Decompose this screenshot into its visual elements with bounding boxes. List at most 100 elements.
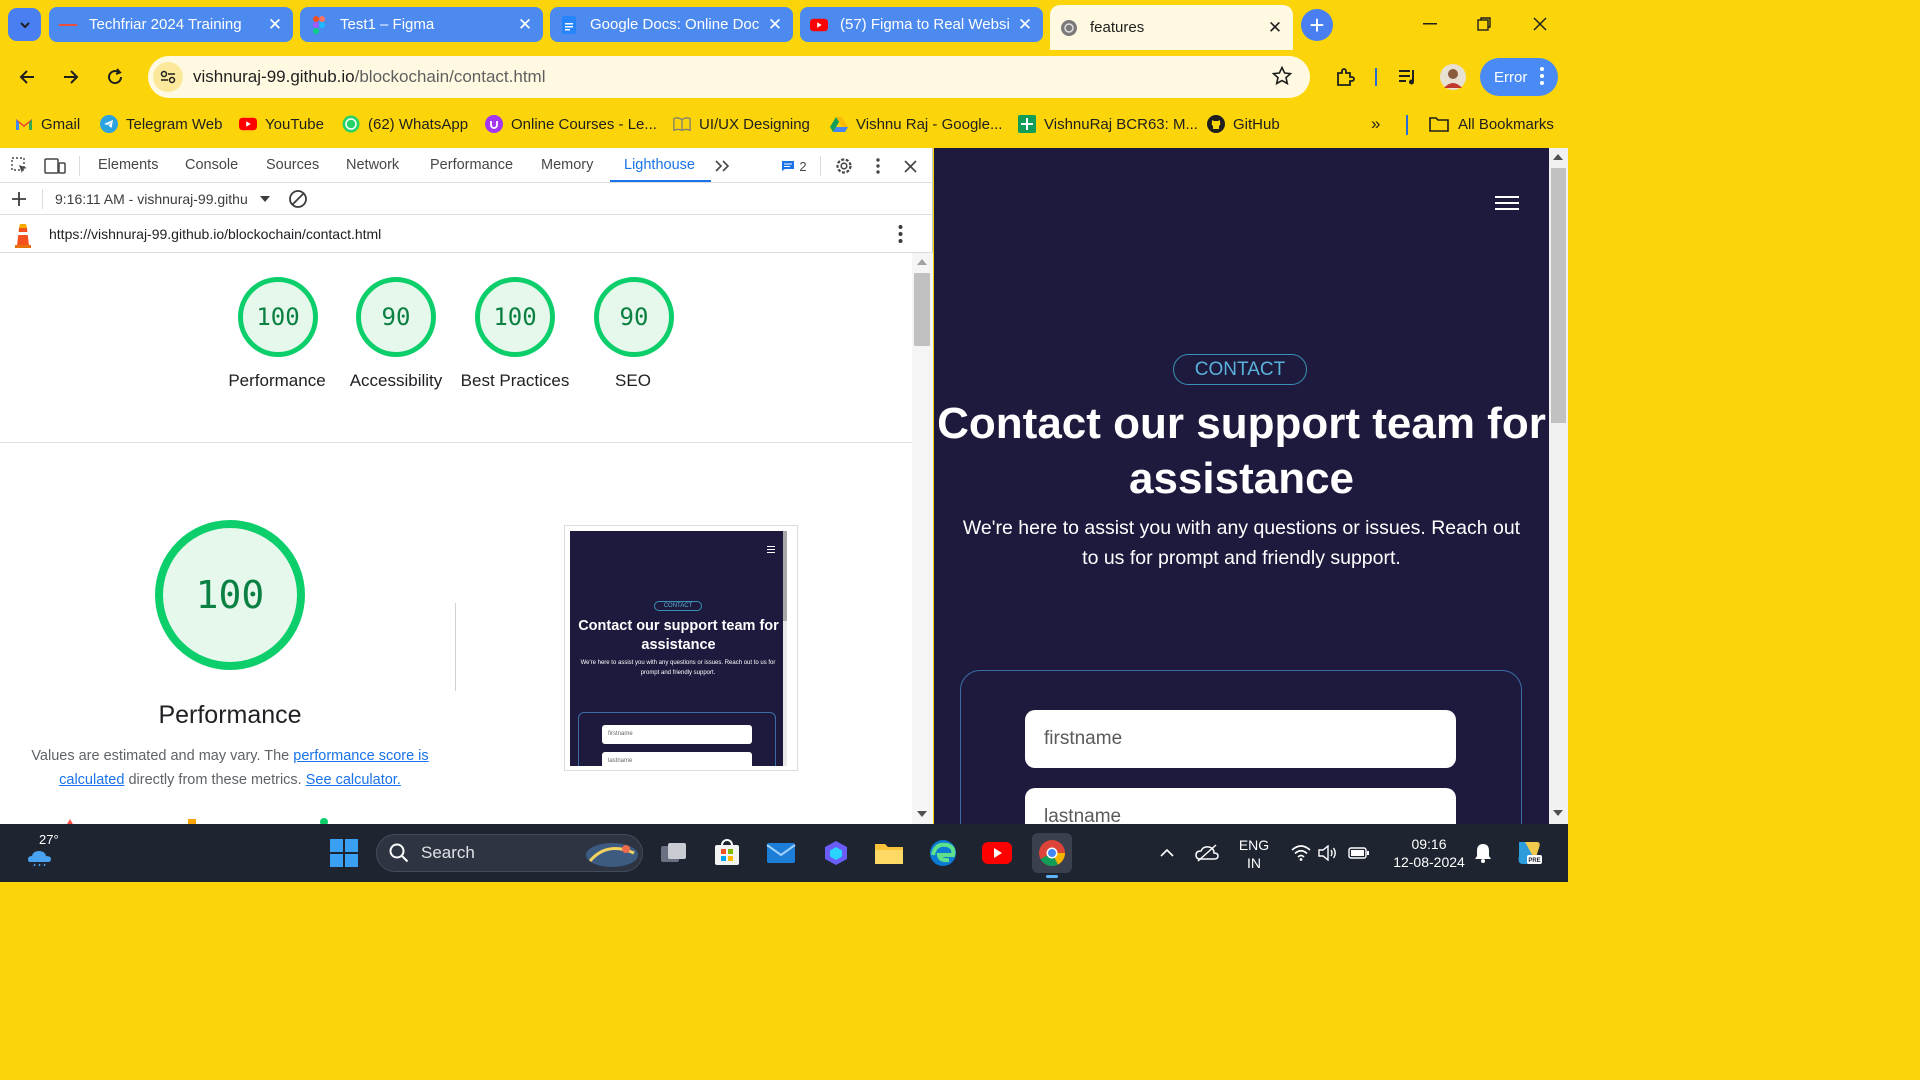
extensions-icon[interactable]: [1330, 62, 1360, 92]
task-view-icon[interactable]: [656, 835, 692, 871]
close-icon[interactable]: ✕: [517, 15, 533, 34]
region-code: IN: [1247, 855, 1261, 871]
tab-features[interactable]: features ✕: [1050, 5, 1293, 50]
tab-figma[interactable]: Test1 – Figma ✕: [300, 7, 543, 42]
report-selector[interactable]: 9:16:11 AM - vishnuraj-99.githu: [55, 191, 255, 207]
scroll-up-icon[interactable]: [1553, 154, 1563, 160]
media-control-icon[interactable]: [1393, 62, 1423, 92]
edge-browser-icon[interactable]: [925, 835, 961, 871]
minimize-icon[interactable]: [1418, 12, 1442, 36]
scroll-down-icon[interactable]: [1553, 810, 1563, 816]
gmail-icon: [15, 115, 33, 133]
bookmark-star-icon[interactable]: [1271, 65, 1293, 91]
profile-error-button[interactable]: Error: [1480, 58, 1558, 96]
close-icon[interactable]: ✕: [1017, 15, 1033, 34]
new-tab-button[interactable]: +: [1301, 9, 1333, 41]
site-info-icon[interactable]: [153, 62, 183, 92]
youtube-app-icon[interactable]: [979, 835, 1015, 871]
address-bar[interactable]: vishnuraj-99.github.io/blockochain/conta…: [148, 56, 1310, 98]
tab-console[interactable]: Console: [185, 157, 238, 173]
device-toolbar-icon[interactable]: [43, 156, 67, 176]
tab-performance[interactable]: Performance: [430, 157, 513, 173]
tab-memory[interactable]: Memory: [541, 157, 593, 173]
mail-icon[interactable]: [763, 835, 799, 871]
taskbar-search[interactable]: Search: [376, 834, 643, 872]
issues-button[interactable]: 2: [779, 156, 809, 176]
tab-techfriar[interactable]: Techfriar 2024 Training ✕: [49, 7, 293, 42]
clock[interactable]: 09:16 12-08-2024: [1388, 835, 1470, 871]
firstname-field[interactable]: firstname: [1025, 710, 1456, 768]
score-gauge-best-practices[interactable]: 100: [475, 277, 555, 357]
see-calculator-link[interactable]: See calculator.: [306, 772, 401, 788]
tab-elements[interactable]: Elements: [98, 157, 158, 173]
bookmarks-overflow-icon[interactable]: »: [1371, 113, 1380, 135]
volume-icon[interactable]: [1314, 835, 1342, 871]
bookmark-github[interactable]: GitHub: [1207, 113, 1280, 135]
scroll-up-icon[interactable]: [917, 259, 927, 265]
caret-down-icon[interactable]: [259, 192, 271, 208]
settings-gear-icon[interactable]: [834, 156, 854, 176]
hamburger-menu-icon[interactable]: [1495, 196, 1519, 210]
tab-network[interactable]: Network: [346, 157, 399, 173]
microsoft-store-icon[interactable]: [709, 835, 745, 871]
more-vertical-icon[interactable]: [898, 224, 903, 247]
close-icon[interactable]: ✕: [267, 15, 283, 34]
tab-sources[interactable]: Sources: [266, 157, 319, 173]
hamburger-icon: [767, 546, 775, 553]
more-vertical-icon[interactable]: [1540, 67, 1544, 89]
scroll-down-icon[interactable]: [917, 811, 927, 817]
score-gauge-accessibility[interactable]: 90: [356, 277, 436, 357]
close-window-icon[interactable]: [1528, 12, 1552, 36]
performance-score-gauge: 100: [155, 520, 305, 670]
weather-widget[interactable]: 27°: [22, 832, 59, 871]
all-bookmarks-folder[interactable]: All Bookmarks: [1428, 113, 1554, 135]
bookmark-online-courses[interactable]: Online Courses - Le...: [485, 113, 657, 135]
forward-icon[interactable]: [56, 62, 86, 92]
tab-lighthouse[interactable]: Lighthouse: [624, 157, 695, 173]
start-button[interactable]: [326, 835, 362, 871]
bookmark-sheets[interactable]: VishnuRaj BCR63: M...: [1018, 113, 1198, 135]
close-devtools-icon[interactable]: [900, 156, 920, 176]
score-gauge-performance[interactable]: 100: [238, 277, 318, 357]
inspect-element-icon[interactable]: [10, 156, 30, 176]
add-report-icon[interactable]: [10, 190, 28, 211]
onedrive-icon[interactable]: [1192, 835, 1222, 871]
bookmark-uiux[interactable]: UI/UX Designing: [673, 113, 810, 135]
language-indicator[interactable]: ENG IN: [1236, 836, 1272, 872]
reload-icon[interactable]: [100, 62, 130, 92]
back-icon[interactable]: [12, 62, 42, 92]
file-explorer-icon[interactable]: [871, 835, 907, 871]
copilot-pre-icon[interactable]: PRE: [1510, 835, 1546, 871]
search-label: Search: [421, 843, 475, 862]
github-icon: [1207, 115, 1225, 133]
page-scrollbar[interactable]: [1549, 148, 1568, 824]
lastname-field[interactable]: lastname: [1025, 788, 1456, 824]
restore-icon[interactable]: [1472, 12, 1496, 36]
chrome-app-icon[interactable]: [1032, 833, 1072, 878]
copilot-icon[interactable]: [818, 835, 854, 871]
wifi-icon[interactable]: [1287, 835, 1315, 871]
report-scrollbar[interactable]: [912, 253, 933, 824]
more-vertical-icon[interactable]: [868, 156, 888, 176]
clear-reports-icon[interactable]: [288, 189, 308, 212]
scroll-thumb[interactable]: [1551, 168, 1566, 423]
score-gauge-seo[interactable]: 90: [594, 277, 674, 357]
page-screenshot-thumbnail[interactable]: CONTACT Contact our support team for ass…: [564, 525, 798, 771]
scroll-thumb[interactable]: [914, 273, 930, 346]
bookmark-gmail[interactable]: Gmail: [15, 113, 80, 135]
bookmark-youtube[interactable]: YouTube: [239, 113, 324, 135]
notification-bell-icon[interactable]: [1468, 835, 1498, 871]
bookmark-label: VishnuRaj BCR63: M...: [1044, 115, 1198, 133]
tab-google-docs[interactable]: Google Docs: Online Doc ✕: [550, 7, 793, 42]
bookmark-telegram[interactable]: Telegram Web: [100, 113, 222, 135]
more-tabs-icon[interactable]: [712, 156, 732, 176]
battery-icon[interactable]: [1344, 835, 1374, 871]
tab-search-button[interactable]: [8, 8, 41, 41]
close-icon[interactable]: ✕: [1267, 18, 1283, 37]
close-icon[interactable]: ✕: [767, 15, 783, 34]
bookmark-whatsapp[interactable]: (62) WhatsApp: [342, 113, 468, 135]
avatar[interactable]: [1438, 62, 1468, 92]
bookmark-google-drive[interactable]: Vishnu Raj - Google...: [830, 113, 1002, 135]
tray-overflow-icon[interactable]: [1152, 835, 1182, 871]
tab-youtube[interactable]: (57) Figma to Real Websi ✕: [800, 7, 1043, 42]
